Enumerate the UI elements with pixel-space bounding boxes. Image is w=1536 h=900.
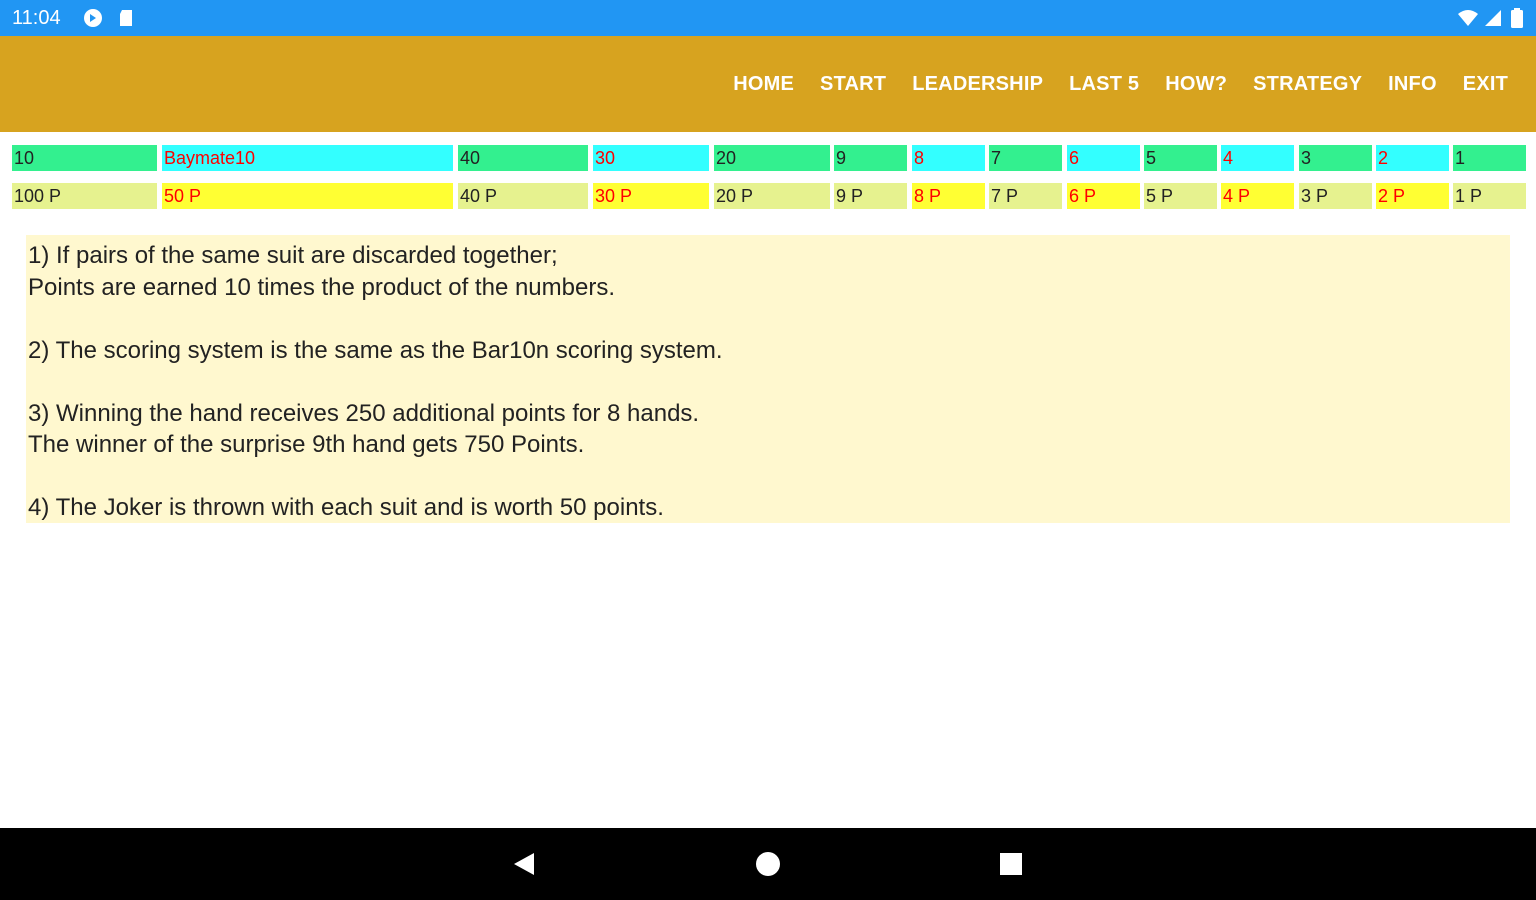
score-cell-bottom: 5 P (1144, 183, 1217, 209)
menu-how[interactable]: HOW? (1165, 73, 1227, 96)
rule-line: Points are earned 10 times the product o… (28, 273, 616, 301)
score-cell-bottom: 40 P (458, 183, 588, 209)
score-cell-top: 30 (593, 145, 709, 171)
score-cell-bottom: 8 P (912, 183, 985, 209)
menu-exit[interactable]: EXIT (1463, 73, 1508, 96)
menu-info[interactable]: INFO (1388, 73, 1437, 96)
score-table-bottom-row: 100 P 50 P 40 P 30 P 20 P9 P8 P7 P6 P5 P4 P3… (12, 183, 1526, 211)
score-cell-bottom: 20 P (714, 183, 830, 209)
score-cell-bottom: 50 P (162, 183, 453, 209)
score-cell-bottom: 3 P (1299, 183, 1372, 209)
menu-leadership[interactable]: LEADERSHIP (912, 73, 1043, 96)
app-bar: HOME START LEADERSHIP LAST 5 HOW? STRATE… (0, 36, 1536, 132)
rule-line: 1) If pairs of the same suit are discard… (28, 242, 558, 269)
home-icon[interactable] (754, 850, 782, 878)
rule-line: 3) Winning the hand receives 250 additio… (28, 399, 700, 427)
rules-spacer (28, 461, 1508, 493)
status-bar: 11:04 (0, 0, 1536, 36)
score-cell-bottom: 9 P (834, 183, 907, 209)
status-time: 11:04 (12, 7, 61, 29)
score-cell-bottom: 6 P (1067, 183, 1140, 209)
rule-line: 2) The scoring system is the same as the… (28, 336, 723, 364)
score-cell-top: 9 (834, 145, 907, 171)
score-cell-top: 7 (989, 145, 1062, 171)
battery-icon (1511, 8, 1523, 28)
score-cell-top: 40 (458, 145, 588, 171)
score-cell-top: 1 (1453, 145, 1526, 171)
score-table-top-row: 10 Baymate10 40 30 20 9 8 7 6 5 4 3 2 1 (12, 145, 1526, 173)
score-cell-top: 8 (912, 145, 985, 171)
rules-spacer (28, 366, 1508, 398)
score-cell-bottom: 30 P (593, 183, 709, 209)
score-cell-top: 4 (1221, 145, 1294, 171)
menu-home[interactable]: HOME (733, 73, 794, 96)
score-cell-bottom: 2 P (1376, 183, 1449, 209)
top-menu: HOME START LEADERSHIP LAST 5 HOW? STRATE… (707, 36, 1508, 132)
sd-card-icon (120, 10, 132, 26)
menu-last-5[interactable]: LAST 5 (1069, 73, 1139, 96)
score-cell-bottom: 100 P (12, 183, 157, 209)
recents-icon[interactable] (997, 850, 1025, 878)
back-icon[interactable] (510, 850, 538, 878)
score-cell-top: 6 (1067, 145, 1140, 171)
score-cell-top: Baymate10 (162, 145, 453, 171)
score-cell-top: 5 (1144, 145, 1217, 171)
score-cell-top: 3 (1299, 145, 1372, 171)
score-cell-top: 10 (12, 145, 157, 171)
wifi-icon (1458, 10, 1478, 26)
signal-icon (1485, 10, 1501, 26)
rule-line: The winner of the surprise 9th hand gets… (28, 431, 585, 458)
score-cell-bottom: 7 P (989, 183, 1062, 209)
rule-line: 4) The Joker is thrown with each suit an… (28, 494, 664, 521)
rules-panel: 1) If pairs of the same suit are discard… (26, 235, 1510, 523)
menu-strategy[interactable]: STRATEGY (1253, 73, 1362, 96)
score-cell-top: 2 (1376, 145, 1449, 171)
score-cell-bottom: 1 P (1453, 183, 1526, 209)
score-cell-top: 20 (714, 145, 830, 171)
score-cell-bottom: 4 P (1221, 183, 1294, 209)
navigation-bar (0, 828, 1536, 900)
score-table: 10 Baymate10 40 30 20 9 8 7 6 5 4 3 2 1 100 P 50 P 40 P… (12, 145, 1526, 221)
rules-spacer (28, 303, 1508, 335)
menu-start[interactable]: START (820, 73, 886, 96)
sync-icon (84, 9, 102, 27)
